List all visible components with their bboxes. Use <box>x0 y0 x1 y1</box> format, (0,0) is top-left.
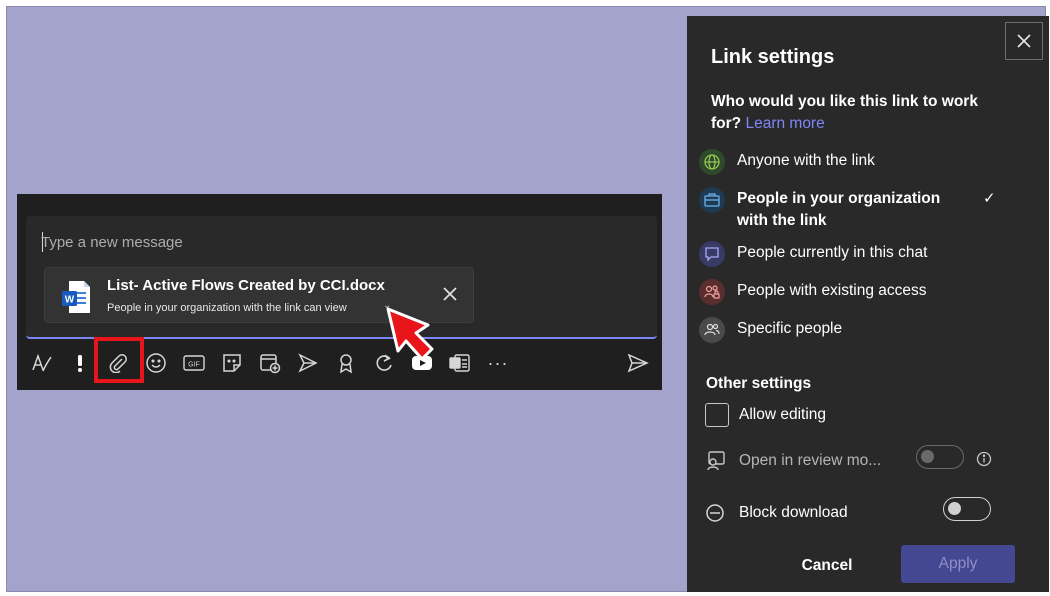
schedule-meeting-icon[interactable] <box>257 350 283 376</box>
cancel-button[interactable]: Cancel <box>779 549 875 583</box>
close-icon <box>1017 34 1031 48</box>
option-label: Anyone with the link <box>737 152 875 169</box>
sticker-icon[interactable] <box>219 350 245 376</box>
svg-text:W: W <box>65 295 75 306</box>
allow-editing-row[interactable]: Allow editing <box>705 402 1025 428</box>
praise-icon[interactable] <box>295 350 321 376</box>
attachment-file-name: List- Active Flows Created by CCI.docx <box>107 277 385 294</box>
option-label: Specific people <box>737 320 843 337</box>
option-label: People in your organization with the lin… <box>737 190 941 229</box>
block-icon <box>706 504 724 522</box>
option-anyone[interactable]: Anyone with the link <box>699 149 1029 175</box>
globe-icon <box>699 149 725 175</box>
review-mode-icon <box>707 451 725 471</box>
checkmark-icon: ✓ <box>983 190 996 207</box>
block-download-label: Block download <box>739 504 848 521</box>
audience-question: Who would you like this link to work for… <box>711 91 1011 135</box>
more-options-icon[interactable]: ··· <box>485 350 511 376</box>
remove-attachment-button[interactable] <box>438 282 462 306</box>
compose-box[interactable]: W List- Active Flows Created by CCI.docx… <box>26 216 657 339</box>
message-input[interactable] <box>41 230 461 254</box>
apply-button[interactable]: Apply <box>901 545 1015 583</box>
open-review-toggle[interactable] <box>916 445 964 469</box>
close-icon <box>443 287 457 301</box>
people-icon <box>699 317 725 343</box>
option-chat[interactable]: People currently in this chat <box>699 241 1029 267</box>
attach-highlight-box <box>94 337 144 383</box>
word-file-icon: W <box>62 281 90 313</box>
option-organization[interactable]: People in your organization with the lin… <box>699 187 1029 232</box>
learn-more-link[interactable]: Learn more <box>745 115 824 132</box>
important-icon[interactable] <box>67 350 93 376</box>
option-existing-access[interactable]: People with existing access <box>699 279 1029 305</box>
format-icon[interactable] <box>29 350 55 376</box>
info-icon[interactable] <box>976 451 992 467</box>
red-arrow-annotation-icon <box>386 307 434 361</box>
allow-editing-checkbox[interactable] <box>705 403 729 427</box>
allow-editing-label: Allow editing <box>739 406 827 423</box>
block-download-toggle[interactable] <box>943 497 991 521</box>
building-icon <box>699 187 725 213</box>
attachment-permission[interactable]: People in your organization with the lin… <box>107 302 347 314</box>
emoji-icon[interactable] <box>143 350 169 376</box>
option-label: People currently in this chat <box>737 244 928 261</box>
link-settings-panel: Link settings Who would you like this li… <box>687 16 1049 592</box>
forms-icon[interactable] <box>447 350 473 376</box>
option-specific-people[interactable]: Specific people <box>699 317 1029 343</box>
open-review-label: Open in review mo... <box>739 452 882 469</box>
svg-text:GIF: GIF <box>188 362 200 369</box>
people-lock-icon <box>699 279 725 305</box>
chat-icon <box>699 241 725 267</box>
send-icon[interactable] <box>625 350 651 376</box>
option-label: People with existing access <box>737 282 927 299</box>
gif-icon[interactable]: GIF <box>181 350 207 376</box>
close-settings-button[interactable] <box>1005 22 1043 60</box>
badge-icon[interactable] <box>333 350 359 376</box>
other-settings-title: Other settings <box>706 375 812 392</box>
settings-title: Link settings <box>711 46 835 68</box>
